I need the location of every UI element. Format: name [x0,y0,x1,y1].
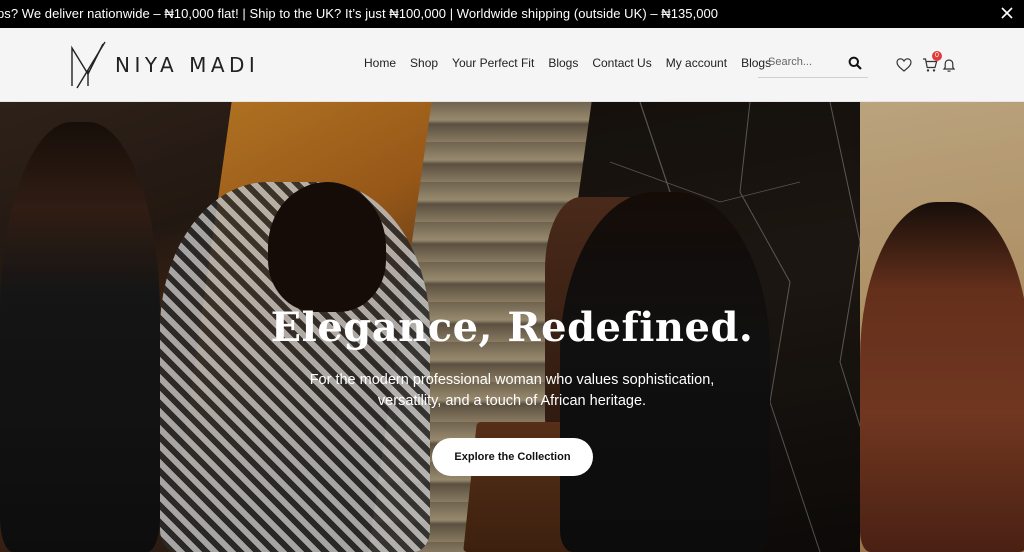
nav-home[interactable]: Home [364,56,396,70]
nav-your-perfect-fit[interactable]: Your Perfect Fit [452,56,534,70]
main-nav: Home Shop Your Perfect Fit Blogs Contact… [364,56,785,70]
nav-contact-us[interactable]: Contact Us [592,56,651,70]
logo[interactable]: NIYA MADI [69,40,259,90]
close-icon[interactable] [996,2,1018,24]
search-icon[interactable] [848,56,862,70]
nav-shop[interactable]: Shop [410,56,438,70]
explore-collection-button[interactable]: Explore the Collection [432,438,593,476]
announcement-bar: ps? We deliver nationwide – ₦10,000 flat… [0,0,1024,28]
hero-subtitle-line: versatility, and a touch of African heri… [377,393,647,409]
brand-name: NIYA MADI [115,53,260,77]
announcement-text: ps? We deliver nationwide – ₦10,000 flat… [0,6,719,21]
hero-title: Elegance, Redefined. [270,304,754,351]
logo-mark-icon [71,41,106,89]
nav-my-account[interactable]: My account [666,56,727,70]
heart-icon[interactable] [896,57,912,73]
hero-banner: Elegance, Redefined. For the modern prof… [0,102,1024,552]
site-header: NIYA MADI Home Shop Your Perfect Fit Blo… [0,28,1024,102]
search-input[interactable] [768,56,848,68]
bell-icon[interactable] [941,57,957,73]
hero-subtitle: For the modern professional woman who va… [0,370,1024,412]
nav-blogs[interactable]: Blogs [548,56,578,70]
search-box [758,48,868,78]
hero-subtitle-line: For the modern professional woman who va… [309,372,715,388]
